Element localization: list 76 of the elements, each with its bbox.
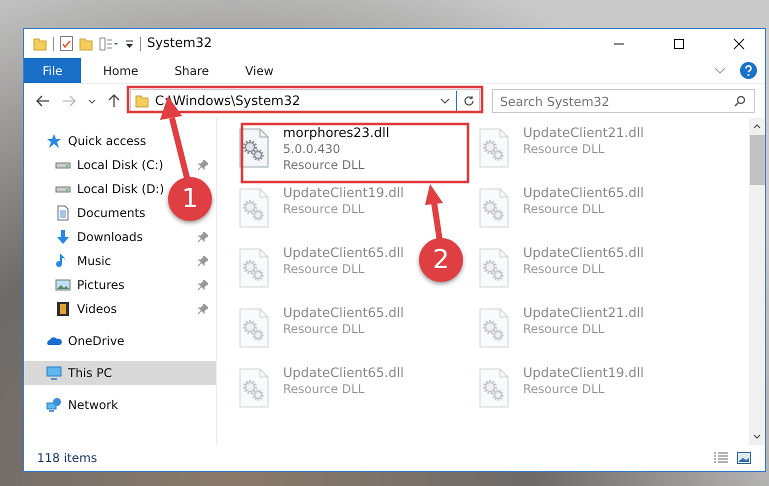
- search-icon[interactable]: [734, 95, 746, 107]
- dropdown-icon[interactable]: [125, 38, 134, 48]
- details-view-icon[interactable]: [713, 452, 729, 464]
- help-icon[interactable]: [740, 62, 757, 79]
- pin-icon[interactable]: [198, 304, 208, 314]
- window-title: System32: [147, 36, 212, 51]
- chevron-icon[interactable]: [714, 66, 726, 74]
- scrollbar[interactable]: [749, 118, 765, 445]
- file-detail: Resource DLL: [283, 261, 366, 277]
- file-detail: Resource DLL: [523, 381, 606, 397]
- sidebar-item[interactable]: OneDrive: [46, 333, 124, 349]
- properties-icon[interactable]: [99, 36, 119, 50]
- monitor-icon: [46, 365, 62, 381]
- gear-file-icon[interactable]: [239, 128, 269, 168]
- download-icon: [55, 229, 71, 245]
- file-name: UpdateClient19.dll: [283, 186, 404, 201]
- close-icon[interactable]: [733, 38, 745, 50]
- pin-icon[interactable]: [198, 160, 208, 170]
- folder-icon[interactable]: [79, 36, 93, 50]
- file-detail: Resource DLL: [283, 321, 366, 337]
- scroll-down-icon[interactable]: [753, 434, 761, 439]
- file-name: UpdateClient65.dll: [523, 186, 644, 201]
- scroll-up-icon[interactable]: [753, 124, 761, 129]
- drive-icon: [55, 186, 71, 192]
- sidebar-item[interactable]: Documents: [55, 205, 146, 221]
- file-name: UpdateClient19.dll: [523, 366, 644, 381]
- file-name: UpdateClient65.dll: [283, 306, 404, 321]
- dropdown-icon[interactable]: [440, 98, 450, 104]
- video-icon: [55, 301, 71, 317]
- pin-icon[interactable]: [198, 232, 208, 242]
- folder-icon[interactable]: [33, 36, 47, 50]
- maximize-icon[interactable]: [673, 38, 685, 50]
- large-icons-view-icon[interactable]: [737, 452, 751, 464]
- ribbon-tab[interactable]: Home: [89, 58, 152, 83]
- file-name: UpdateClient21.dll: [523, 126, 644, 141]
- document-icon: [55, 205, 71, 221]
- sidebar-item[interactable]: Local Disk (C:): [55, 158, 164, 172]
- file-name: UpdateClient65.dll: [283, 246, 404, 261]
- file-detail: 5.0.0.430: [283, 141, 342, 157]
- ribbon-tab[interactable]: View: [231, 58, 288, 83]
- sidebar-item[interactable]: Network: [46, 397, 118, 413]
- file-detail: Resource DLL: [523, 321, 606, 337]
- sidebar-item[interactable]: Music: [55, 253, 112, 269]
- pin-icon[interactable]: [198, 256, 208, 266]
- refresh-icon[interactable]: [463, 95, 475, 107]
- back-arrow-icon[interactable]: [36, 95, 50, 107]
- file-name: morphores23.dll: [283, 126, 390, 141]
- checklist-icon[interactable]: [60, 36, 73, 51]
- item-count: 118 items: [37, 451, 98, 465]
- forward-arrow-icon[interactable]: [62, 95, 76, 107]
- file-detail: Resource DLL: [523, 261, 606, 277]
- pin-icon[interactable]: [198, 280, 208, 290]
- file-name: UpdateClient65.dll: [523, 246, 644, 261]
- network-icon: [46, 397, 62, 413]
- file-detail: Resource DLL: [523, 141, 606, 157]
- file-name: UpdateClient65.dll: [283, 366, 404, 381]
- folder-icon: [135, 94, 149, 108]
- sidebar-item[interactable]: Videos: [55, 301, 117, 317]
- drive-icon: [55, 162, 71, 168]
- search-field[interactable]: Search System32: [492, 89, 755, 113]
- sidebar-item[interactable]: Pictures: [55, 277, 125, 293]
- file-name: UpdateClient21.dll: [523, 306, 644, 321]
- scroll-thumb[interactable]: [750, 135, 764, 185]
- picture-icon: [55, 277, 71, 293]
- file-detail: Resource DLL: [283, 157, 366, 173]
- ribbon-tab[interactable]: File: [24, 58, 81, 83]
- sidebar-item[interactable]: Downloads: [55, 229, 143, 245]
- file-detail: Resource DLL: [283, 201, 366, 217]
- file-detail: Resource DLL: [523, 201, 606, 217]
- recent-dropdown-icon[interactable]: [88, 98, 96, 104]
- file-detail: Resource DLL: [283, 381, 366, 397]
- star-icon: [46, 133, 62, 149]
- sidebar-item[interactable]: Local Disk (D:): [55, 182, 164, 196]
- ribbon-tab[interactable]: Share: [160, 58, 224, 83]
- up-arrow-icon[interactable]: [108, 94, 120, 108]
- sidebar-item[interactable]: Quick access: [46, 133, 146, 149]
